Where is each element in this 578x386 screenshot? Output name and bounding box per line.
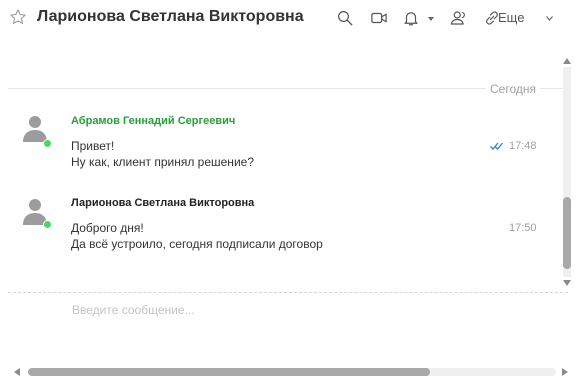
composer-divider — [8, 292, 568, 293]
more-chevron-icon[interactable] — [546, 16, 553, 21]
message-author[interactable]: Ларионова Светлана Викторовна — [71, 197, 254, 209]
chevron-down-icon[interactable] — [428, 17, 434, 21]
message-input[interactable] — [70, 298, 554, 322]
vertical-scrollbar-thumb[interactable] — [563, 197, 571, 269]
chat-header: Ларионова Светлана Викторовна Еще — [0, 0, 578, 36]
scroll-right-arrow[interactable] — [562, 368, 568, 376]
date-separator: Сегодня — [486, 82, 540, 96]
message-text-line: Да всё устроило, сегодня подписали догов… — [71, 237, 323, 251]
message-time: 17:48 — [509, 140, 537, 152]
chat-top-spacer — [0, 36, 568, 88]
date-separator-line — [8, 88, 568, 89]
scroll-left-arrow[interactable] — [14, 368, 20, 376]
online-status-dot — [43, 139, 52, 148]
avatar-icon[interactable] — [22, 114, 48, 142]
scroll-up-arrow[interactable] — [563, 58, 571, 64]
horizontal-scrollbar-thumb[interactable] — [28, 368, 430, 376]
search-icon[interactable] — [336, 9, 354, 27]
horizontal-scrollbar[interactable] — [28, 368, 556, 376]
more-menu-button[interactable]: Еще — [498, 10, 524, 25]
chat-title: Ларионова Светлана Викторовна — [37, 8, 304, 25]
bell-icon[interactable] — [402, 9, 420, 27]
online-status-dot — [43, 220, 52, 229]
star-icon[interactable] — [9, 8, 27, 26]
video-icon[interactable] — [370, 9, 388, 27]
message-text-line: Привет! — [71, 139, 115, 153]
message-time: 17:50 — [509, 222, 537, 234]
users-icon[interactable] — [449, 9, 467, 27]
vertical-scrollbar[interactable] — [563, 67, 571, 277]
message-text-line: Ну как, клиент принял решение? — [71, 155, 254, 169]
scroll-down-arrow[interactable] — [563, 280, 571, 286]
message-text-line: Доброго дня! — [71, 221, 144, 235]
message-author[interactable]: Абрамов Геннадий Сергеевич — [71, 115, 235, 127]
read-check-icon — [490, 142, 503, 150]
